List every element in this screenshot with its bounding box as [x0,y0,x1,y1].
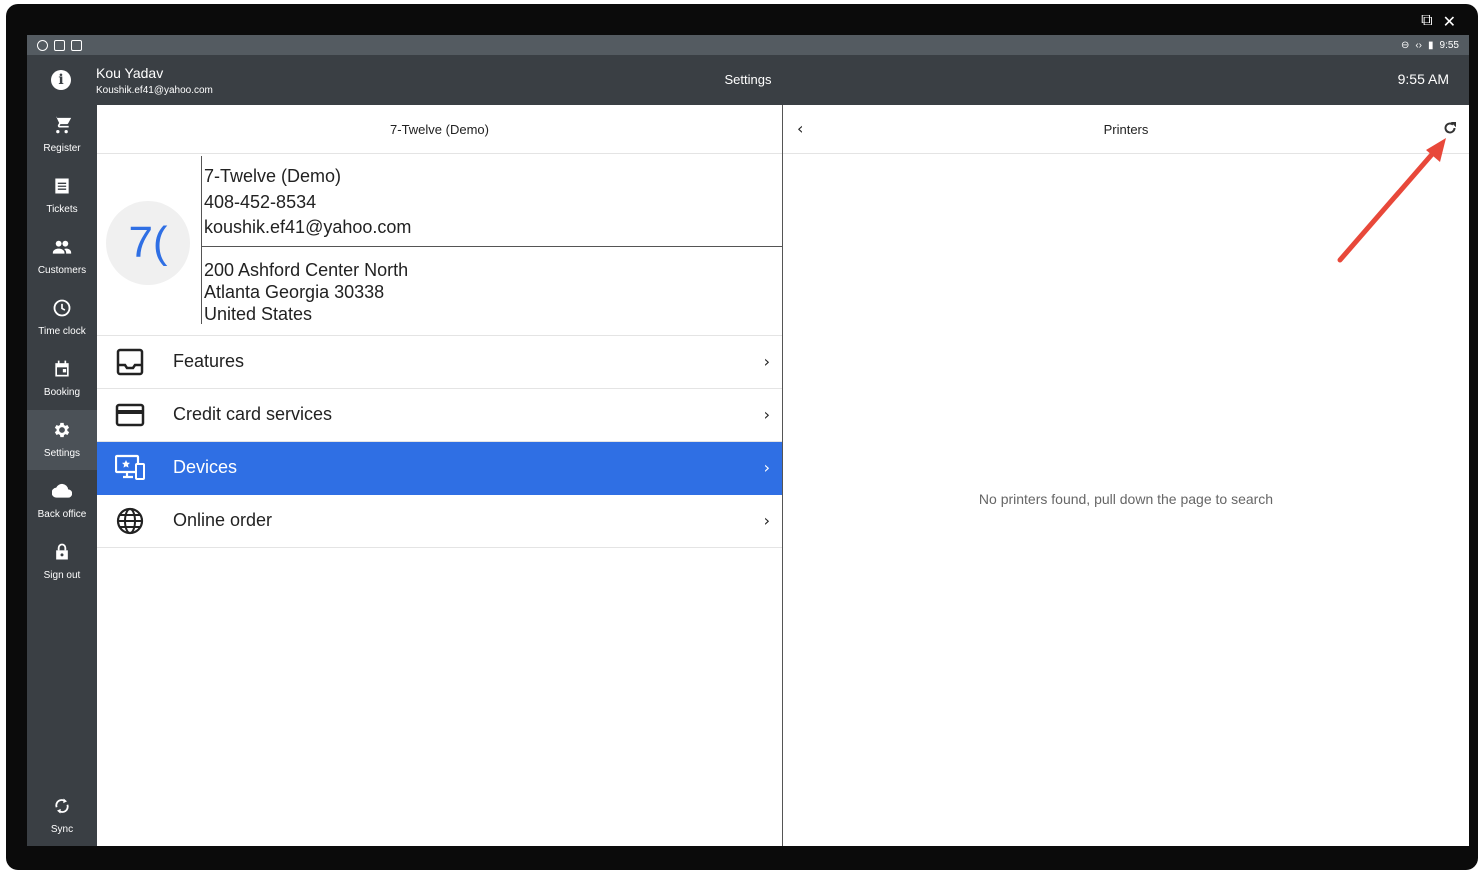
cart-icon [53,116,72,134]
divider [201,156,202,324]
menu-item-features[interactable]: Features › [97,336,782,389]
empty-state-message: No printers found, pull down the page to… [978,491,1274,507]
store-address-line1: 200 Ashford Center North [204,260,409,280]
divider [201,246,783,247]
sidebar: Register Tickets Customers Time clock Bo… [27,105,97,846]
sidebar-item-back-office[interactable]: Back office [27,471,97,531]
page-title: Settings [724,72,772,87]
chevron-right-icon: › [763,405,770,424]
back-arrow-icon[interactable]: ‹ [797,119,803,138]
receipt-icon [55,178,69,194]
inbox-icon [116,348,144,376]
status-bar: ⊖ ‹› ▮ 9:55 [27,35,1469,55]
globe-icon [116,507,144,535]
close-icon[interactable]: ✕ [1443,12,1456,32]
app-bar: i Kou Yadav Koushik.ef41@yahoo.com Setti… [27,55,1469,105]
sync-icon [55,798,69,814]
store-card[interactable]: 7( 7-Twelve (Demo) 408-452-8534 koushik.… [97,154,783,336]
sidebar-item-label: Time clock [38,326,86,337]
app-screen: ⊖ ‹› ▮ 9:55 i Kou Yadav Koushik.ef41@yah… [27,35,1469,846]
menu-item-label: Online order [173,510,273,530]
store-address-line2: Atlanta Georgia 30338 [204,282,385,302]
sidebar-item-tickets[interactable]: Tickets [27,166,97,226]
device-frame: ⧉ ✕ ⊖ ‹› ▮ 9:55 i Kou Yadav Koushik.ef41… [6,4,1478,870]
minus-circle-icon: ⊖ [1400,39,1410,51]
people-icon [52,240,72,254]
sidebar-item-settings[interactable]: Settings [27,410,97,470]
annotation-arrow-icon [1337,138,1446,263]
store-email: koushik.ef41@yahoo.com [204,217,412,237]
sidebar-item-time-clock[interactable]: Time clock [27,288,97,348]
sidebar-item-label: Settings [43,448,81,459]
sidebar-item-label: Sync [50,824,74,835]
calendar-icon [55,360,69,377]
sidebar-item-register[interactable]: Register [27,105,97,165]
sidebar-item-sync[interactable]: Sync [27,786,97,846]
sidebar-item-booking[interactable]: Booking [27,349,97,409]
clock-icon [53,299,71,317]
menu-item-label: Credit card services [173,404,333,424]
store-avatar: 7( [106,201,190,285]
sidebar-item-customers[interactable]: Customers [27,227,97,287]
menu-item-online-order[interactable]: Online order › [97,495,782,548]
notification-icon [54,39,65,51]
menu-item-label: Features [173,351,245,371]
credit-card-icon [115,403,145,427]
sidebar-item-label: Register [43,143,81,154]
sidebar-item-label: Booking [43,387,81,398]
store-header: 7-Twelve (Demo) [97,105,782,154]
battery-icon: ▮ [1428,39,1434,51]
store-country: United States [204,304,313,324]
gear-icon [54,422,70,438]
chevron-right-icon: › [763,511,770,530]
status-time: 9:55 [1439,39,1459,51]
store-phone: 408-452-8534 [204,192,317,212]
open-external-icon[interactable]: ⧉ [1421,12,1432,32]
code-icon: ‹› [1415,39,1423,51]
sidebar-item-label: Sign out [43,570,81,581]
sidebar-item-label: Tickets [46,204,78,215]
clock-time: 9:55 AM [1397,71,1449,87]
frame-controls: ⧉ ✕ [1421,12,1456,32]
cloud-icon [52,483,72,498]
chevron-right-icon: › [763,352,770,371]
sidebar-item-label: Back office [37,509,87,520]
menu-item-devices[interactable]: Devices › [97,442,782,495]
settings-list-pane: 7-Twelve (Demo) 7( 7-Twelve (Demo) 408-4… [97,105,783,846]
menu-item-label: Devices [173,457,238,477]
eye-icon [37,39,48,51]
lock-icon [56,543,68,560]
sidebar-item-sign-out[interactable]: Sign out [27,532,97,592]
devices-icon [115,454,145,480]
sidebar-item-label: Customers [37,265,87,276]
notification-icon [71,39,82,51]
store-name: 7-Twelve (Demo) [204,166,342,186]
chevron-right-icon: › [763,458,770,477]
menu-item-credit-card-services[interactable]: Credit card services › [97,389,782,442]
